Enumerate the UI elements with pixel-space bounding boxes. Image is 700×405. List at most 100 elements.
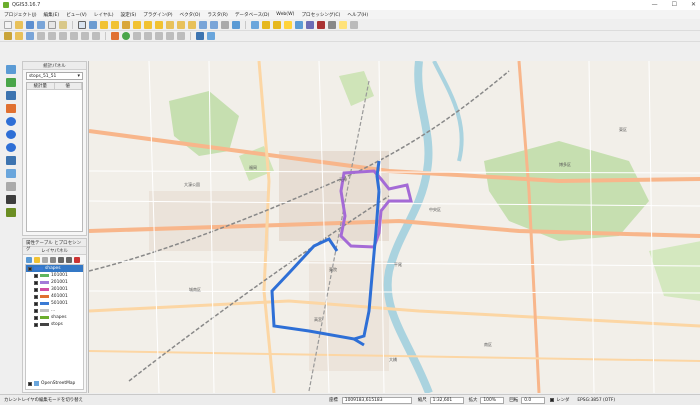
vertex-tool-icon[interactable] (48, 32, 56, 40)
add-wcs-layer-icon[interactable] (5, 143, 16, 152)
panel-tab-strip[interactable]: 属性テーブル とプロセシング (23, 239, 86, 252)
text-annotation-icon[interactable] (350, 20, 358, 29)
sum-statistics-icon[interactable] (317, 20, 325, 29)
zoom-out-icon[interactable] (111, 20, 119, 29)
paste-features-icon[interactable] (92, 32, 100, 40)
layer-tree-item[interactable]: shapes (26, 265, 83, 272)
pan-tool-icon[interactable] (78, 20, 86, 29)
zoom-native-icon[interactable] (166, 20, 174, 29)
add-wfs-layer-icon[interactable] (5, 130, 16, 139)
close-button[interactable]: ✕ (691, 1, 696, 8)
new-shapefile-icon[interactable] (5, 182, 16, 191)
label-tool-icon[interactable] (111, 32, 119, 40)
layer-tree-item[interactable]: 301001 (26, 286, 83, 293)
refresh-icon[interactable] (232, 20, 240, 29)
layer-tree-item-basemap[interactable]: OpenStreetMap (28, 380, 75, 387)
add-delimited-text-icon[interactable] (5, 104, 16, 113)
plugin-icon[interactable] (207, 32, 215, 40)
stat-column-header[interactable]: 統計量 (27, 83, 55, 89)
delete-selected-icon[interactable] (59, 32, 67, 40)
zoom-full-icon[interactable] (133, 20, 141, 29)
maximize-button[interactable]: ☐ (672, 1, 677, 8)
map-tips-icon[interactable] (339, 20, 347, 29)
cut-features-icon[interactable] (70, 32, 78, 40)
layer-select-dropdown[interactable]: stops_51_51 (26, 72, 83, 80)
menu-edit[interactable]: 編集(E) (44, 12, 60, 18)
attribute-table-icon[interactable] (295, 20, 303, 29)
menu-vector[interactable]: ベクタ(O) (180, 12, 201, 18)
pan-to-selection-icon[interactable] (89, 20, 97, 29)
menu-help[interactable]: ヘルプ(H) (347, 12, 368, 18)
diagram-tool-icon[interactable] (122, 32, 130, 40)
layer-tree-item[interactable]: ... (26, 307, 83, 314)
current-edits-icon[interactable] (4, 32, 12, 40)
zoom-last-icon[interactable] (177, 20, 185, 29)
layer-visibility-checkbox[interactable] (34, 322, 38, 327)
new-map-view-icon[interactable] (199, 20, 207, 29)
deselect-icon[interactable] (284, 20, 292, 29)
field-calculator-icon[interactable] (306, 20, 314, 29)
zoom-layer-icon[interactable] (155, 20, 163, 29)
layer-tree-item[interactable]: 401001 (26, 293, 83, 300)
add-spatialite-layer-icon[interactable] (5, 91, 16, 100)
value-column-header[interactable]: 値 (55, 83, 82, 89)
menu-plugins[interactable]: プラグイン(P) (143, 12, 172, 18)
copy-features-icon[interactable] (81, 32, 89, 40)
add-virtual-layer-icon[interactable] (5, 169, 16, 178)
layer-visibility-checkbox[interactable] (34, 315, 38, 320)
measure-icon[interactable] (328, 20, 336, 29)
menu-web[interactable]: Web(W) (276, 12, 294, 17)
new-print-layout-icon[interactable] (48, 20, 56, 29)
add-postgis-layer-icon[interactable] (5, 156, 16, 165)
magnifier-field[interactable]: 100% (480, 396, 505, 404)
georeferencer-icon[interactable] (5, 208, 16, 217)
menu-layer[interactable]: レイヤ(L) (94, 12, 114, 18)
menu-view[interactable]: ビュー(V) (66, 12, 87, 18)
layer-tree-item[interactable]: 501001 (26, 300, 83, 307)
layer-tree-item[interactable]: 201001 (26, 279, 83, 286)
move-label-icon[interactable] (155, 32, 163, 40)
add-feature-icon[interactable] (37, 32, 45, 40)
open-layer-styling-icon[interactable] (26, 256, 32, 263)
remove-layer-icon[interactable] (74, 256, 80, 263)
layer-visibility-checkbox[interactable] (28, 266, 32, 271)
add-vector-layer-icon[interactable] (5, 65, 16, 74)
filter-legend-icon[interactable] (50, 256, 56, 263)
layer-visibility-checkbox[interactable] (34, 280, 38, 285)
save-edits-icon[interactable] (26, 32, 34, 40)
add-wms-layer-icon[interactable] (5, 117, 16, 126)
bookmark-icon[interactable] (221, 20, 229, 29)
rotation-field[interactable]: 0.0 (521, 396, 546, 404)
pin-labels-icon[interactable] (133, 32, 141, 40)
layer-visibility-checkbox[interactable] (34, 301, 38, 306)
collapse-all-icon[interactable] (66, 256, 72, 263)
expand-all-icon[interactable] (58, 256, 64, 263)
zoom-next-icon[interactable] (188, 20, 196, 29)
open-project-icon[interactable] (15, 20, 23, 29)
manage-visibility-icon[interactable] (42, 256, 48, 263)
rotate-label-icon[interactable] (166, 32, 174, 40)
new-project-icon[interactable] (4, 20, 12, 29)
menu-database[interactable]: データベース(D) (235, 12, 269, 18)
add-group-icon[interactable] (34, 256, 40, 263)
layout-manager-icon[interactable] (59, 20, 67, 29)
save-project-icon[interactable] (26, 20, 34, 29)
map-canvas[interactable]: 福岡 中央区 博多区 城南区 南区 東区 大濠公園 天神 薬院 平尾 高宮 大橋 (88, 61, 700, 393)
menu-project[interactable]: プロジェクト(J) (4, 12, 37, 18)
layer-tree-item[interactable]: shapes (26, 314, 83, 321)
new-3d-view-icon[interactable] (210, 20, 218, 29)
layer-visibility-checkbox[interactable] (34, 294, 38, 299)
change-label-icon[interactable] (177, 32, 185, 40)
scale-field[interactable]: 1:32,601 (429, 396, 464, 404)
zoom-rubber-icon[interactable] (122, 20, 130, 29)
zoom-selection-icon[interactable] (144, 20, 152, 29)
new-temporary-layer-icon[interactable] (5, 195, 16, 204)
zoom-in-icon[interactable] (100, 20, 108, 29)
toggle-editing-icon[interactable] (15, 32, 23, 40)
minimize-button[interactable]: — (652, 1, 658, 8)
show-hide-labels-icon[interactable] (144, 32, 152, 40)
coordinate-field[interactable]: 1009183,615183 (341, 396, 412, 404)
identify-icon[interactable] (251, 20, 259, 29)
add-raster-layer-icon[interactable] (5, 78, 16, 87)
layer-visibility-checkbox[interactable] (34, 287, 38, 292)
